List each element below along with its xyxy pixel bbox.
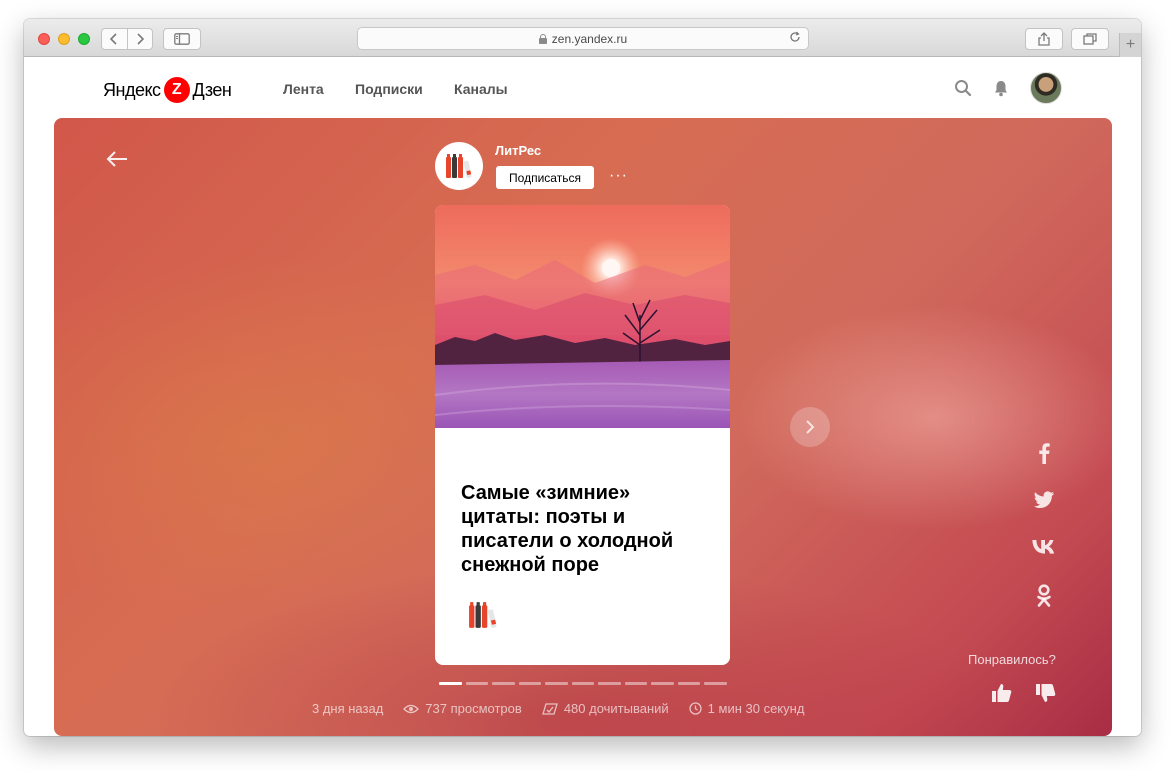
back-nav-button[interactable] xyxy=(102,29,127,49)
reads-count: 480 дочитываний xyxy=(563,701,669,716)
slide-progress-segment xyxy=(598,682,621,685)
vk-share-button[interactable] xyxy=(1032,535,1056,559)
story-card[interactable]: Самые «зимние» цитаты: поэты и писатели … xyxy=(435,205,730,665)
story-viewer: ЛитРес Подписаться ··· Самые «зимние» ци… xyxy=(54,118,1112,736)
sidebar-icon xyxy=(174,33,190,45)
twitter-icon xyxy=(1033,491,1054,508)
share-button[interactable] xyxy=(1025,28,1063,50)
thumbs-up-icon[interactable] xyxy=(990,681,1014,705)
slide-progress-segment xyxy=(492,682,515,685)
nav-item-feed[interactable]: Лента xyxy=(283,81,324,97)
browser-window: zen.yandex.ru + Яндекс Z Дзен Лента Подп… xyxy=(24,19,1141,736)
chevron-right-icon xyxy=(137,33,144,45)
subscribe-button[interactable]: Подписаться xyxy=(496,166,594,189)
winter-sunset-image xyxy=(435,205,730,428)
slide-progress-segment xyxy=(439,682,462,685)
reload-icon[interactable] xyxy=(789,31,801,46)
twitter-share-button[interactable] xyxy=(1032,488,1056,512)
nav-item-channels[interactable]: Каналы xyxy=(454,81,508,97)
chevron-left-icon xyxy=(110,33,117,45)
maximize-window-button[interactable] xyxy=(78,33,90,45)
views-count: 737 просмотров xyxy=(425,701,522,716)
slide-progress-segment xyxy=(624,682,647,685)
slide-progress-segment xyxy=(465,682,488,685)
facebook-icon xyxy=(1039,443,1050,464)
site-header: Яндекс Z Дзен Лента Подписки Каналы xyxy=(24,58,1141,118)
close-window-button[interactable] xyxy=(38,33,50,45)
more-options-button[interactable]: ··· xyxy=(609,167,628,185)
slide-progress-segment xyxy=(677,682,700,685)
feedback-question: Понравилось? xyxy=(968,652,1056,667)
logo-text-yandex: Яндекс xyxy=(103,79,161,100)
books-logo-icon xyxy=(469,602,497,628)
chevron-right-icon xyxy=(806,420,815,434)
share-icon xyxy=(1038,32,1050,46)
tabs-overview-button[interactable] xyxy=(1071,28,1109,50)
books-logo-icon xyxy=(446,154,472,179)
read-time-stat: 1 мин 30 секунд xyxy=(689,701,805,716)
vk-icon xyxy=(1032,540,1055,554)
slide-progress-segment xyxy=(571,682,594,685)
clock-icon xyxy=(689,702,702,715)
reads-stat: 480 дочитываний xyxy=(541,701,669,716)
zen-logo-icon: Z xyxy=(163,77,190,103)
channel-name[interactable]: ЛитРес xyxy=(495,143,541,158)
odnoklassniki-share-button[interactable] xyxy=(1032,584,1056,608)
address-bar[interactable]: zen.yandex.ru xyxy=(357,27,809,50)
slide-progress xyxy=(439,682,727,685)
views-stat: 737 просмотров xyxy=(403,701,522,716)
slide-progress-segment xyxy=(545,682,568,685)
sidebar-toggle-button[interactable] xyxy=(163,28,201,50)
reads-icon xyxy=(541,702,558,715)
eye-icon xyxy=(403,704,420,713)
yandex-zen-logo[interactable]: Яндекс Z Дзен xyxy=(103,77,232,103)
read-time: 1 мин 30 секунд xyxy=(707,701,805,716)
card-title: Самые «зимние» цитаты: поэты и писатели … xyxy=(461,482,674,576)
odnoklassniki-icon xyxy=(1037,584,1051,607)
new-tab-button[interactable]: + xyxy=(1119,33,1141,57)
slide-progress-segment xyxy=(704,682,727,685)
lock-icon xyxy=(538,34,547,44)
user-avatar[interactable] xyxy=(1030,72,1062,104)
nav-item-subscriptions[interactable]: Подписки xyxy=(355,81,423,97)
minimize-window-button[interactable] xyxy=(58,33,70,45)
next-slide-button[interactable] xyxy=(790,407,830,447)
thumbs-down-icon[interactable] xyxy=(1034,681,1058,705)
history-nav-group xyxy=(101,28,153,50)
plus-icon: + xyxy=(1125,36,1136,53)
facebook-share-button[interactable] xyxy=(1032,441,1056,465)
publish-date: 3 дня назад xyxy=(312,701,384,716)
arrow-left-icon[interactable] xyxy=(106,151,128,167)
slide-progress-segment xyxy=(518,682,541,685)
search-icon[interactable] xyxy=(953,78,973,98)
channel-avatar[interactable] xyxy=(435,142,483,190)
slide-progress-segment xyxy=(651,682,674,685)
logo-text-zen: Дзен xyxy=(192,79,232,100)
bell-icon[interactable] xyxy=(991,78,1011,98)
tabs-icon xyxy=(1083,33,1097,45)
article-stats: 3 дня назад 737 просмотров 480 дочитыван… xyxy=(312,701,824,716)
address-bar-url: zen.yandex.ru xyxy=(551,31,628,46)
forward-nav-button[interactable] xyxy=(126,29,153,49)
browser-titlebar: zen.yandex.ru + xyxy=(24,19,1141,57)
